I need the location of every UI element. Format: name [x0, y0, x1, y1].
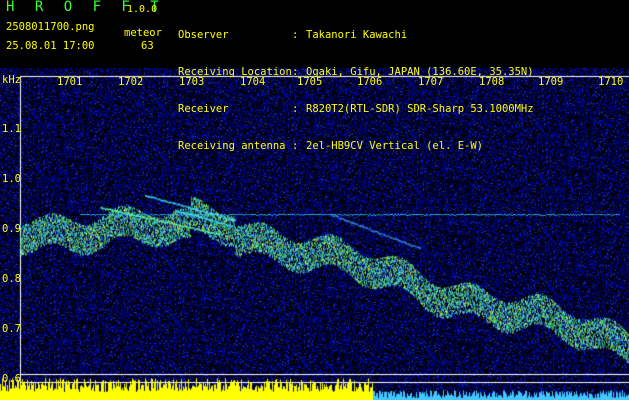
info-row-antenna: Receiving antenna:2el-HB9CV Vertical (el… — [178, 140, 534, 153]
info-sep: : — [292, 103, 299, 115]
time-tick: 1704 — [240, 76, 266, 88]
freq-tick: 0.7 — [2, 323, 21, 335]
time-tick: 1706 — [357, 76, 383, 88]
freq-unit: kHz — [2, 74, 21, 86]
info-value: 2el-HB9CV Vertical (el. E-W) — [306, 140, 484, 152]
freq-tick: 1.1 — [2, 123, 21, 135]
time-tick: 1705 — [297, 76, 323, 88]
time-tick: 1703 — [179, 76, 205, 88]
hrofft-window: H R O F F T 1.0.0 2508011700.png meteor … — [0, 0, 629, 400]
time-tick: 1701 — [57, 76, 83, 88]
freq-tick: 1.0 — [2, 173, 21, 185]
info-row-observer: Observer: Takanori Kawachi — [178, 29, 534, 42]
app-version: 1.0.0 — [127, 4, 158, 15]
time-tick: 1710 — [598, 76, 624, 88]
freq-tick: 0.9 — [2, 223, 21, 235]
time-tick: 1708 — [479, 76, 505, 88]
info-key: Receiving antenna — [178, 140, 286, 152]
time-tick: 1707 — [418, 76, 444, 88]
info-value: Takanori Kawachi — [306, 29, 408, 41]
time-tick: 1702 — [118, 76, 144, 88]
image-filename: 2508011700.png — [6, 21, 95, 33]
freq-tick: 0.6 — [2, 373, 21, 385]
info-sep: : — [292, 140, 299, 152]
record-datetime: 25.08.01 17:00 — [6, 40, 95, 52]
freq-tick: 0.8 — [2, 273, 21, 285]
info-row-receiver: Receiver: R820T2(RTL-SDR) SDR-Sharp 53.10… — [178, 103, 534, 116]
time-axis: 1701 1702 1703 1704 1705 1706 1707 1708 … — [0, 76, 629, 90]
time-tick: 1709 — [538, 76, 564, 88]
info-sep: : — [292, 29, 299, 41]
info-value: R820T2(RTL-SDR) SDR-Sharp 53.1000MHz — [306, 103, 534, 115]
info-key: Receiver — [178, 103, 229, 115]
meteor-count: 63 — [141, 40, 154, 52]
station-info: Observer: Takanori Kawachi Receiving Loca… — [178, 5, 534, 177]
info-key: Observer — [178, 29, 229, 41]
meteor-label: meteor — [124, 27, 162, 39]
